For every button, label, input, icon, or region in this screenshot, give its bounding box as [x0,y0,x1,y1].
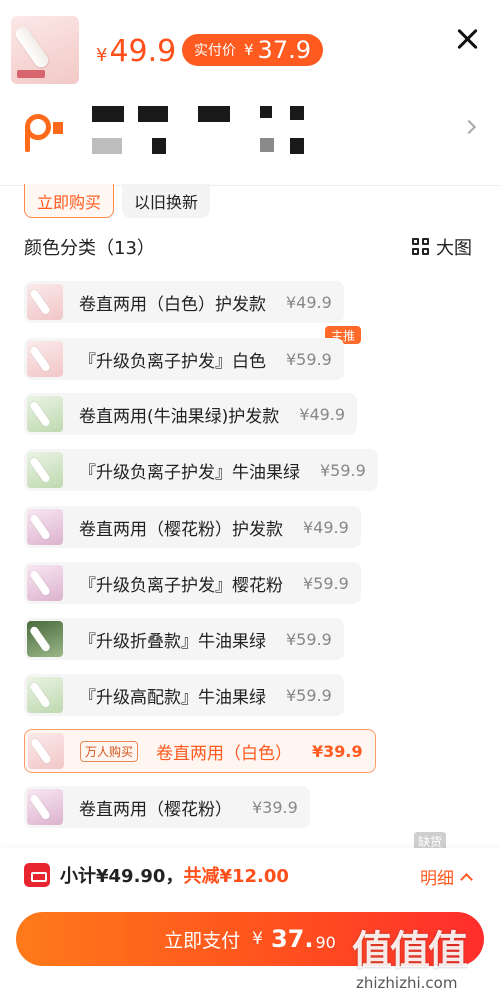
detail-toggle[interactable]: 明细 [420,864,473,889]
sku-thumbnail [27,677,63,713]
sku-thumbnail [27,452,63,488]
sku-thumbnail [27,341,63,377]
sku-thumbnail [27,509,63,545]
price-value: 49.9 [109,34,177,69]
big-image-label: 大图 [436,238,472,259]
close-icon[interactable] [452,24,482,54]
sku-price: ¥59.9 [320,460,366,480]
sku-name: 卷直两用（樱花粉）护发款 [79,519,283,540]
grid-icon [412,238,430,256]
sku-option[interactable]: 卷直两用(牛油果绿)护发款 ¥49.9 [24,393,358,435]
actual-pay-pill: 实付价 ¥ 37.9 [182,34,323,66]
pay-now-label: 立即支付 [164,929,241,952]
pay-amount-dec: 90 [315,933,336,952]
subtotal-text: 小计¥49.90， [60,866,184,887]
sku-name: 『升级高配款』牛油果绿 [79,687,266,708]
pay-now-button[interactable]: 立即支付 ¥ 37. 90 [16,912,484,966]
price-currency: ¥ [96,45,108,66]
sku-thumbnail [27,621,63,657]
big-image-toggle[interactable]: 大图 [412,234,472,260]
sku-name: 『升级负离子护发』樱花粉 [79,575,283,596]
sku-name: 卷直两用（白色） [156,743,293,764]
sku-thumbnail [27,789,63,825]
sku-price: ¥59.9 [286,685,332,705]
sku-option-selected[interactable]: 万人购买 卷直两用（白色） ¥39.9 [24,729,376,773]
sku-price: ¥59.9 [286,629,332,649]
sku-thumbnail [28,733,64,769]
checkout-bar: 小计¥49.90， 共减¥12.00 明细 立即支付 ¥ 37. 90 [0,848,500,1003]
sku-name: 卷直两用（樱花粉） [79,799,232,820]
sku-price: ¥39.9 [252,797,298,817]
sku-name: 『升级负离子护发』白色 [79,351,266,372]
sku-thumbnail [27,284,63,320]
sku-option[interactable]: 卷直两用（白色）护发款 ¥49.9 [24,281,344,323]
sku-price: ¥59.9 [303,573,349,593]
sku-name: 卷直两用(牛油果绿)护发款 [79,406,280,427]
sku-thumbnail [27,565,63,601]
sku-name: 卷直两用（白色）护发款 [79,294,266,315]
sku-name: 『升级折叠款』牛油果绿 [79,631,266,652]
product-price: ¥ 49.9 [96,34,176,69]
chevron-right-icon [461,119,477,135]
sku-price: ¥39.9 [312,741,363,761]
pay-amount-int: 37. [270,925,314,953]
sku-option[interactable]: 卷直两用（樱花粉）护发款 ¥49.9 [24,506,361,548]
sku-option[interactable]: 『升级高配款』牛油果绿 ¥59.9 [24,674,344,716]
sku-option[interactable]: 『升级负离子护发』樱花粉 ¥59.9 [24,562,361,604]
sku-option[interactable]: 『升级折叠款』牛油果绿 ¥59.9 [24,618,344,660]
sku-option[interactable]: 『升级负离子护发』白色 ¥59.9 [24,338,344,380]
color-category-title: 颜色分类（13） [24,238,155,259]
product-header: ¥ 49.9 实付价 ¥ 37.9 [0,0,500,100]
sku-price: ¥49.9 [303,517,349,537]
sku-thumbnail [27,396,63,432]
chevron-up-icon [460,872,473,886]
sku-option[interactable]: 卷直两用（樱花粉） ¥39.9 [24,786,310,828]
pay-currency: ¥ [252,929,263,949]
address-row[interactable] [0,100,500,186]
subtotal-row: 小计¥49.90， 共减¥12.00 [24,862,289,888]
sku-option[interactable]: 『升级负离子护发』牛油果绿 ¥59.9 [24,449,378,491]
redacted-address [92,106,322,154]
sku-price: ¥59.9 [286,349,332,369]
location-icon [25,114,63,154]
detail-label: 明细 [420,869,454,889]
product-thumbnail [11,16,79,84]
sku-price: ¥49.9 [299,404,346,424]
tab-trade-in[interactable]: 以旧换新 [122,184,211,218]
buy-type-tabs: 立即购买 以旧换新 [24,184,211,218]
popular-badge: 万人购买 [80,740,139,762]
tab-buy-now[interactable]: 立即购买 [24,184,115,218]
actual-pay-value: 37.9 [257,36,311,64]
actual-pay-label: 实付价 [194,43,236,59]
discount-text: 共减¥12.00 [183,866,289,887]
coupon-icon [24,863,50,887]
actual-pay-currency: ¥ [244,41,254,59]
sku-name: 『升级负离子护发』牛油果绿 [79,462,300,483]
sku-price: ¥49.9 [286,292,332,312]
